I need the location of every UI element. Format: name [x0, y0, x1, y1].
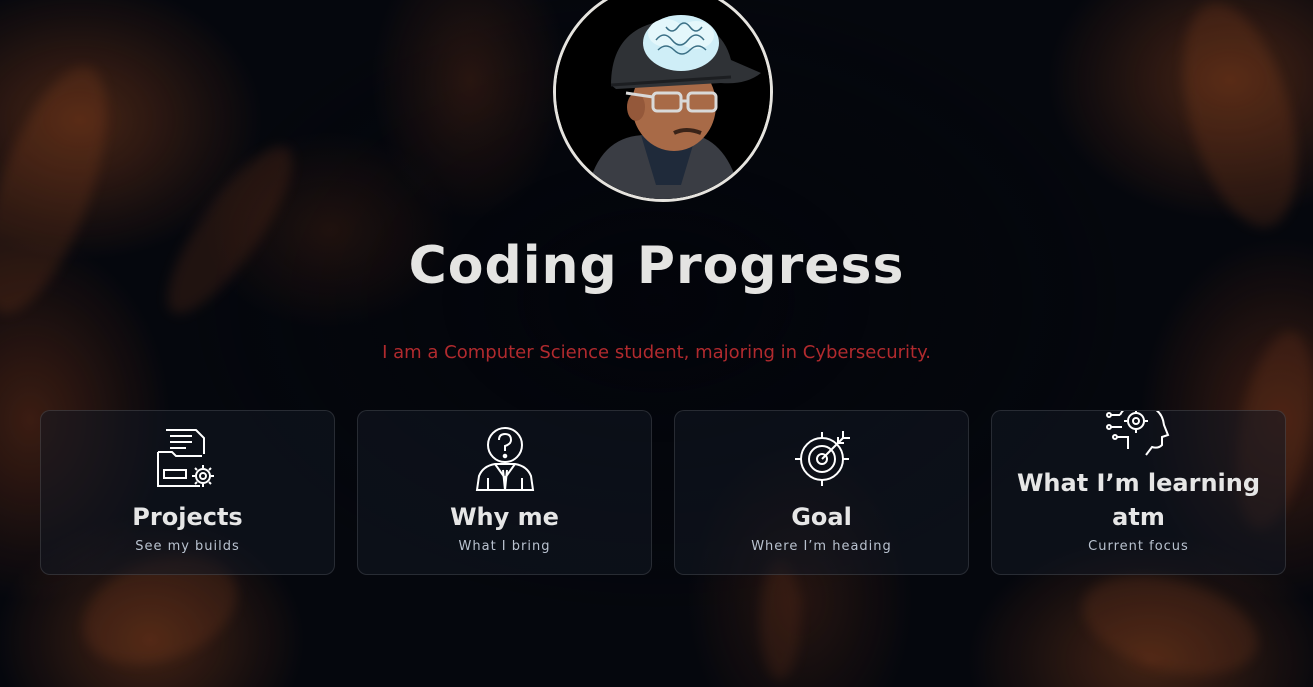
card-learning[interactable]: What I’m learning atm Current focus — [991, 410, 1286, 575]
brain-icon — [643, 15, 719, 71]
avatar-with-brain-cap — [556, 0, 770, 199]
card-title: Projects — [132, 503, 243, 531]
avatar — [553, 0, 773, 202]
card-title: What I’m learning atm — [1016, 469, 1261, 531]
card-projects[interactable]: Projects See my builds — [40, 410, 335, 575]
background-flame — [1161, 0, 1313, 240]
card-title: Goal — [791, 503, 852, 531]
target-arrow-icon — [794, 431, 850, 486]
page-title: Coding Progress — [408, 236, 905, 296]
card-subtitle: Current focus — [1088, 539, 1189, 554]
background-flame — [760, 560, 800, 680]
card-why-me[interactable]: Why me What I bring — [357, 410, 652, 575]
card-goal[interactable]: Goal Where I’m heading — [674, 410, 969, 575]
card-subtitle: What I bring — [458, 539, 551, 554]
page-subtitle: I am a Computer Science student, majorin… — [382, 342, 931, 363]
head-gear-icon — [1105, 411, 1169, 456]
card-title: Why me — [450, 503, 559, 531]
person-question-icon — [475, 427, 534, 491]
folder-gear-icon — [156, 429, 214, 487]
background-flame — [1071, 558, 1269, 687]
card-subtitle: See my builds — [135, 539, 240, 554]
card-subtitle: Where I’m heading — [751, 539, 892, 554]
background-flame — [148, 130, 312, 330]
